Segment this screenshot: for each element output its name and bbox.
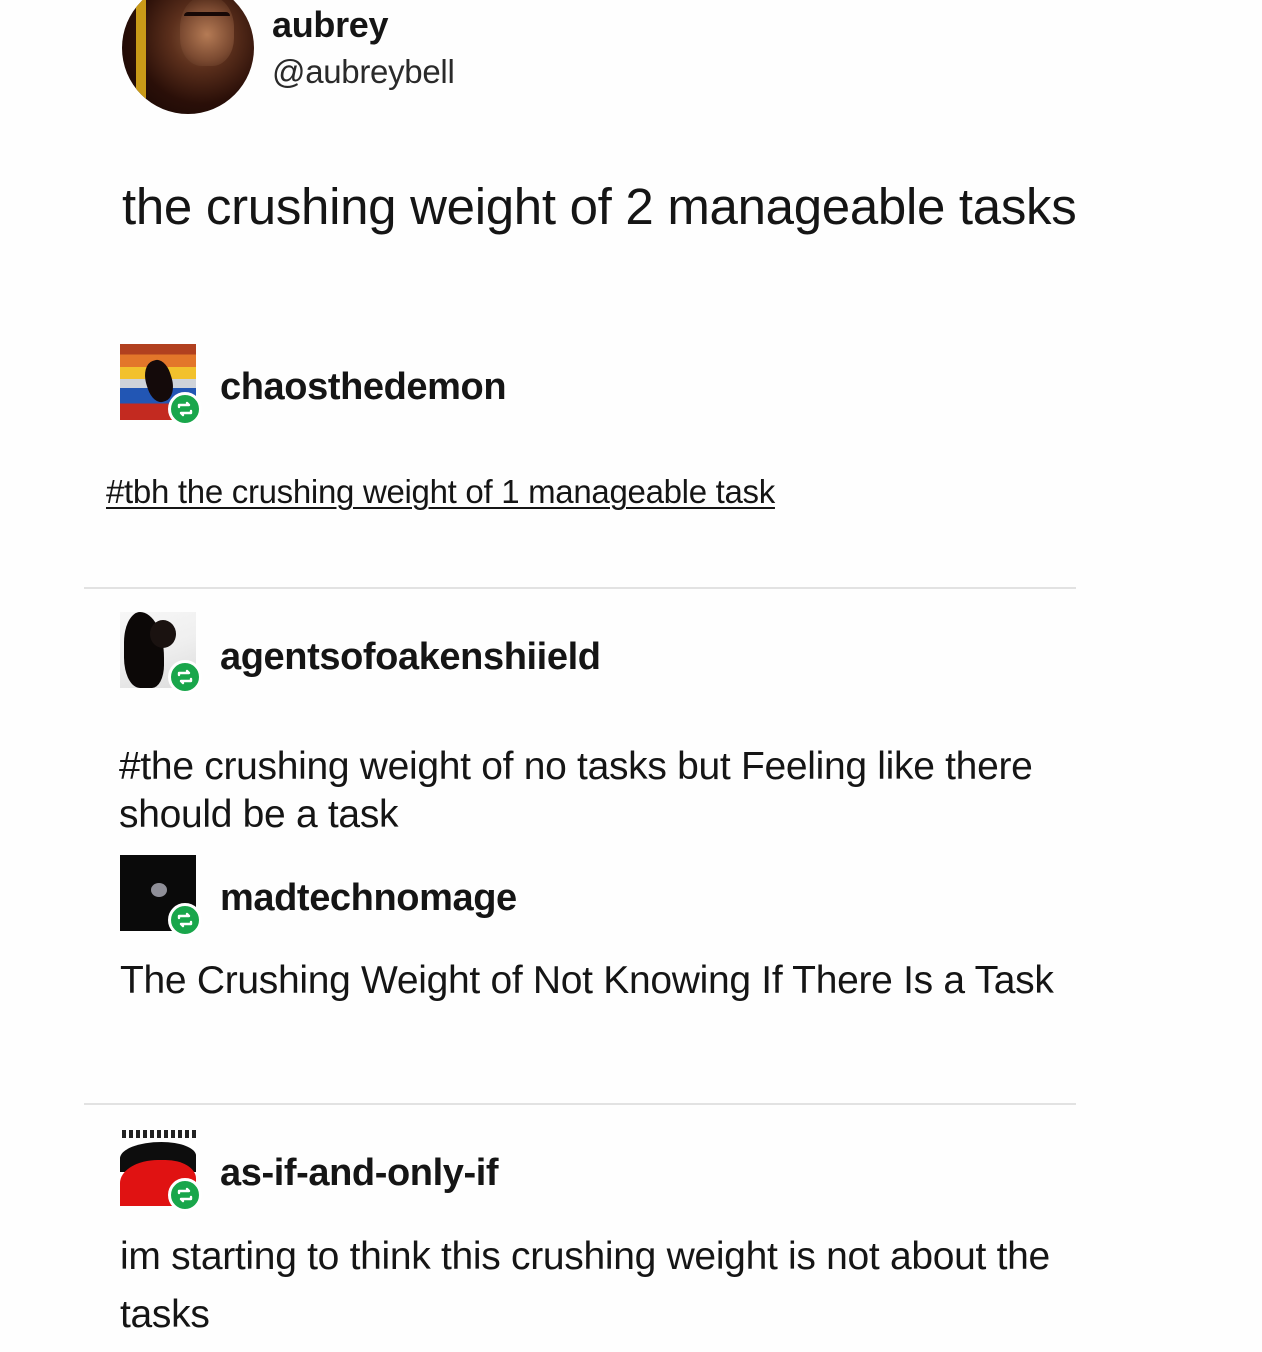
author-name[interactable]: aubrey xyxy=(272,4,389,46)
reblog-icon xyxy=(168,392,202,426)
reblog-username[interactable]: as-if-and-only-if xyxy=(220,1152,499,1195)
divider xyxy=(84,1103,1076,1105)
reblog-text: #the crushing weight of no tasks but Fee… xyxy=(119,745,1033,836)
tweet-text: the crushing weight of 2 manageable task… xyxy=(122,178,1077,235)
avatar-as-if-and-only-if[interactable] xyxy=(120,1130,202,1212)
tag-link[interactable]: #tbh the crushing weight of 1 manageable… xyxy=(106,473,775,511)
reblog-username[interactable]: chaosthedemon xyxy=(220,366,507,409)
author-handle[interactable]: @aubreybell xyxy=(272,53,455,91)
reblog-text: im starting to think this crushing weigh… xyxy=(120,1235,1050,1336)
reblog-username[interactable]: madtechnomage xyxy=(220,877,517,920)
reblog-icon xyxy=(168,1178,202,1212)
avatar-madtechnomage[interactable] xyxy=(120,855,202,937)
reblog-username[interactable]: agentsofoakenshiield xyxy=(220,636,601,679)
reblog-icon xyxy=(168,903,202,937)
reblog-text: The Crushing Weight of Not Knowing If Th… xyxy=(120,959,1054,1002)
divider xyxy=(84,587,1076,589)
avatar-chaosthedemon[interactable] xyxy=(120,344,202,426)
avatar-aubrey[interactable] xyxy=(122,0,254,114)
avatar-agentsofoakenshiield[interactable] xyxy=(120,612,202,694)
reblog-icon xyxy=(168,660,202,694)
